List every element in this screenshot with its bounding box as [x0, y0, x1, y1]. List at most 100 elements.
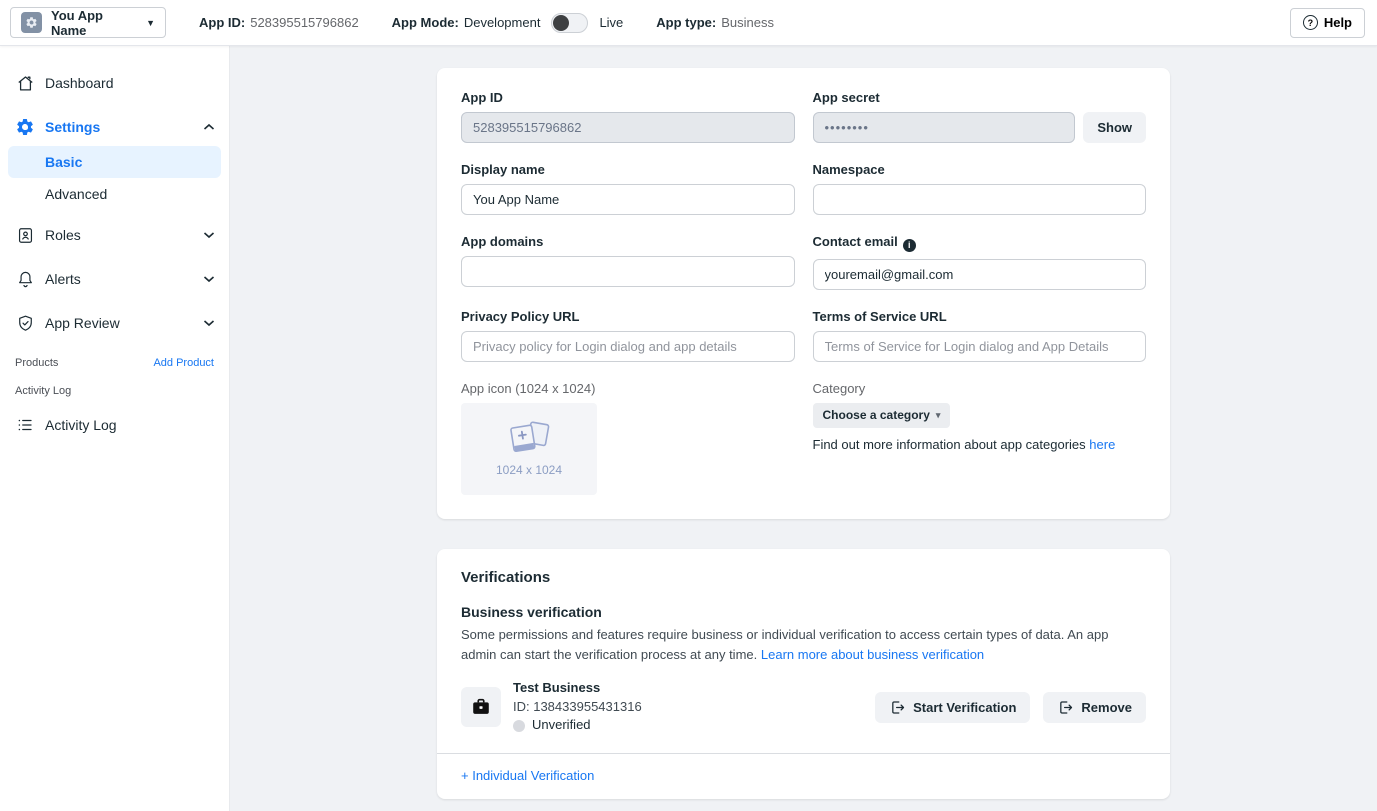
caret-down-icon: ▼: [146, 18, 155, 28]
verifications-title: Verifications: [461, 569, 1146, 586]
app-type-value: Business: [721, 15, 774, 30]
app-mode-group: App Mode: Development Live: [392, 13, 624, 33]
learn-more-link[interactable]: Learn more about business verification: [761, 647, 984, 662]
app-avatar-icon: [21, 12, 42, 33]
contact-email-field-label: Contact emaili: [813, 234, 1147, 252]
add-product-link[interactable]: Add Product: [153, 357, 214, 369]
privacy-policy-input[interactable]: [461, 331, 795, 362]
category-here-link[interactable]: here: [1089, 437, 1115, 452]
business-id: ID: 138433955431316: [513, 698, 642, 717]
sidebar: Dashboard Settings Basic Advanced Roles …: [0, 46, 230, 811]
sidebar-item-label: Settings: [45, 119, 193, 135]
sidebar-item-label: Dashboard: [45, 75, 215, 91]
status-dot-icon: [513, 720, 525, 732]
app-selector-label: You App Name: [51, 8, 137, 38]
terms-of-service-field: Terms of Service URL: [813, 309, 1147, 362]
app-id-input: [461, 112, 795, 143]
chevron-up-icon: [203, 123, 215, 131]
activity-log-section-label: Activity Log: [15, 385, 71, 397]
remove-icon: [1057, 699, 1074, 716]
app-icon-field-label: App icon (1024 x 1024): [461, 381, 795, 396]
category-dropdown-button[interactable]: Choose a category ▾: [813, 403, 951, 428]
namespace-input[interactable]: [813, 184, 1147, 215]
business-row: Test Business ID: 138433955431316 Unveri…: [461, 679, 1146, 736]
verifications-card: Verifications Business verification Some…: [437, 549, 1170, 800]
category-field-label: Category: [813, 381, 1147, 396]
individual-verification-link[interactable]: + Individual Verification: [461, 768, 594, 783]
start-verification-button[interactable]: Start Verification: [875, 692, 1030, 723]
sidebar-item-settings[interactable]: Settings: [8, 108, 221, 146]
business-status: Unverified: [513, 716, 642, 735]
terms-of-service-field-label: Terms of Service URL: [813, 309, 1147, 324]
business-verification-title: Business verification: [461, 604, 1146, 620]
app-mode-toggle[interactable]: [551, 13, 588, 33]
sidebar-item-activity-log[interactable]: Activity Log: [8, 406, 221, 444]
help-icon: ?: [1303, 15, 1318, 30]
sidebar-item-label: App Review: [45, 315, 193, 331]
app-icon-size-hint: 1024 x 1024: [496, 463, 562, 477]
remove-button[interactable]: Remove: [1043, 692, 1146, 723]
app-domains-field-label: App domains: [461, 234, 795, 249]
products-label: Products: [15, 357, 58, 369]
privacy-policy-field-label: Privacy Policy URL: [461, 309, 795, 324]
app-secret-field: App secret Show: [813, 90, 1147, 143]
basic-settings-card: App ID App secret Show Display name Name…: [437, 68, 1170, 519]
chevron-down-icon: [203, 319, 215, 327]
sidebar-item-label: Roles: [45, 227, 193, 243]
gear-icon: [15, 117, 35, 137]
app-id-group: App ID: 528395515796862: [199, 15, 359, 30]
products-section-header: Products Add Product: [8, 348, 221, 373]
app-type-label: App type:: [656, 15, 716, 30]
display-name-field: Display name: [461, 162, 795, 215]
display-name-field-label: Display name: [461, 162, 795, 177]
namespace-field: Namespace: [813, 162, 1147, 215]
sidebar-item-label: Alerts: [45, 271, 193, 287]
shield-check-icon: [15, 313, 35, 333]
contact-email-field: Contact emaili: [813, 234, 1147, 290]
app-domains-input[interactable]: [461, 256, 795, 287]
app-id-value: 528395515796862: [250, 15, 358, 30]
category-field: Category Choose a category ▾ Find out mo…: [813, 381, 1147, 495]
sidebar-item-advanced[interactable]: Advanced: [8, 178, 221, 210]
app-selector-dropdown[interactable]: You App Name ▼: [10, 7, 166, 38]
app-secret-field-label: App secret: [813, 90, 1147, 105]
app-secret-input: [813, 112, 1076, 143]
briefcase-icon: [461, 687, 501, 727]
status-label: Unverified: [532, 716, 591, 735]
app-type-group: App type: Business: [656, 15, 774, 30]
sidebar-item-app-review[interactable]: App Review: [8, 304, 221, 342]
app-mode-development-label: Development: [464, 15, 541, 30]
toggle-knob: [553, 15, 569, 31]
terms-of-service-input[interactable]: [813, 331, 1147, 362]
home-icon: [15, 73, 35, 93]
category-help-text: Find out more information about app cate…: [813, 437, 1147, 452]
add-photo-icon: [506, 421, 552, 457]
privacy-policy-field: Privacy Policy URL: [461, 309, 795, 362]
chevron-down-icon: [203, 231, 215, 239]
show-secret-button[interactable]: Show: [1083, 112, 1146, 143]
sidebar-item-alerts[interactable]: Alerts: [8, 260, 221, 298]
app-mode-label: App Mode:: [392, 15, 459, 30]
app-domains-field: App domains: [461, 234, 795, 290]
sidebar-item-roles[interactable]: Roles: [8, 216, 221, 254]
sidebar-item-label: Activity Log: [45, 417, 215, 433]
chevron-down-icon: [203, 275, 215, 283]
list-icon: [15, 415, 35, 435]
caret-down-icon: ▾: [936, 410, 941, 421]
contact-email-input[interactable]: [813, 259, 1147, 290]
sidebar-item-basic[interactable]: Basic: [8, 146, 221, 178]
app-icon-field: App icon (1024 x 1024) 1024 x 1024: [461, 381, 795, 495]
help-button[interactable]: ? Help: [1290, 8, 1365, 38]
app-mode-live-label: Live: [599, 15, 623, 30]
display-name-input[interactable]: [461, 184, 795, 215]
sidebar-item-dashboard[interactable]: Dashboard: [8, 64, 221, 102]
bell-icon: [15, 269, 35, 289]
app-icon-upload[interactable]: 1024 x 1024: [461, 403, 597, 495]
namespace-field-label: Namespace: [813, 162, 1147, 177]
info-icon: i: [903, 239, 916, 252]
help-label: Help: [1324, 15, 1352, 30]
roles-badge-icon: [15, 225, 35, 245]
app-id-field: App ID: [461, 90, 795, 143]
main-content: App ID App secret Show Display name Name…: [230, 46, 1377, 811]
app-id-label: App ID:: [199, 15, 245, 30]
